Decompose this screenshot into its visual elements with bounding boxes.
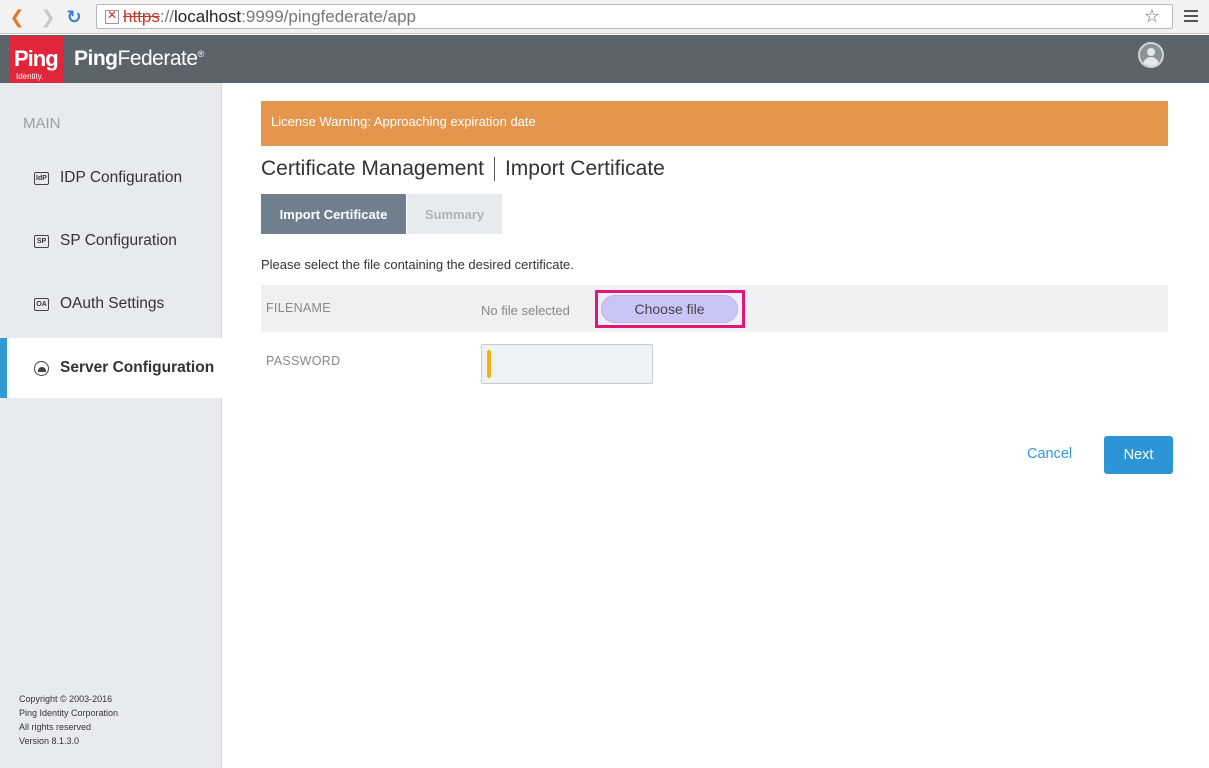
server-icon [34, 360, 49, 376]
page-title: Certificate Management Import Certificat… [261, 157, 665, 181]
insecure-lock-icon [105, 8, 119, 24]
sidebar-item-sp-configuration[interactable]: SP SP Configuration [0, 211, 222, 271]
registered-mark: ® [197, 49, 205, 59]
copyright-footer: Copyright © 2003-2016 Ping Identity Corp… [19, 692, 118, 748]
tab-import-certificate[interactable]: Import Certificate [261, 194, 406, 234]
sidebar-item-label: SP Configuration [60, 232, 177, 249]
password-input[interactable] [481, 344, 653, 384]
forward-arrow-icon[interactable]: ❯ [38, 6, 58, 28]
url-host: localhost [174, 6, 242, 26]
title-divider [493, 157, 495, 181]
filename-row: FILENAME No file selected Choose file [261, 285, 1168, 332]
wizard-tabs: Import Certificate Summary [261, 194, 502, 234]
tab-summary[interactable]: Summary [407, 194, 502, 234]
rights-line: All rights reserved [19, 722, 92, 732]
sidebar-item-oauth-settings[interactable]: OA OAuth Settings [0, 274, 222, 334]
oauth-icon: OA [34, 297, 49, 311]
address-bar[interactable]: https://localhost:9999/pingfederate/app … [96, 4, 1173, 29]
product-name-part-a: Ping [74, 47, 118, 70]
instructions-text: Please select the file containing the de… [261, 257, 574, 272]
sp-icon: SP [34, 234, 49, 248]
sidebar-item-server-configuration[interactable]: Server Configuration [0, 338, 231, 398]
filename-label: FILENAME [266, 301, 331, 315]
ping-identity-logo: Ping Identity. [10, 36, 64, 88]
app-header: Ping Identity. PingFederate® [0, 35, 1209, 88]
user-avatar-icon[interactable] [1138, 42, 1164, 68]
main-content: License Warning: Approaching expiration … [222, 83, 1209, 768]
product-name: PingFederate® [74, 47, 204, 71]
bookmark-star-icon[interactable]: ☆ [1144, 6, 1160, 27]
password-row: PASSWORD [261, 332, 1168, 384]
no-file-selected-text: No file selected [481, 303, 570, 318]
copyright-line: Copyright © 2003-2016 [19, 694, 113, 704]
url-path: :9999/pingfederate/app [241, 6, 417, 26]
company-line: Ping Identity Corporation [19, 708, 119, 718]
sidebar-title: MAIN [23, 115, 61, 132]
sidebar: MAIN IdP IDP Configuration SP SP Configu… [0, 83, 231, 768]
cancel-button[interactable]: Cancel [1027, 446, 1072, 462]
back-arrow-icon[interactable]: ❮ [7, 6, 27, 28]
browser-menu-icon[interactable] [1184, 8, 1198, 24]
reload-icon[interactable]: ↻ [64, 6, 84, 28]
idp-icon: IdP [34, 171, 49, 185]
logo-subtext: Identity. [16, 72, 44, 81]
sidebar-item-label: Server Configuration [60, 359, 215, 376]
password-label: PASSWORD [266, 354, 341, 368]
sidebar-item-label: OAuth Settings [60, 295, 165, 312]
sidebar-item-idp-configuration[interactable]: IdP IDP Configuration [0, 148, 222, 208]
sidebar-item-label: IDP Configuration [60, 169, 183, 186]
product-name-part-b: Federate [117, 47, 199, 70]
license-warning-banner: License Warning: Approaching expiration … [261, 101, 1168, 146]
url-scheme: https [123, 6, 160, 26]
page-title-section: Certificate Management [261, 157, 484, 180]
next-button[interactable]: Next [1104, 436, 1173, 474]
choose-file-button[interactable]: Choose file [601, 295, 738, 323]
page-title-subsection: Import Certificate [504, 157, 665, 180]
browser-toolbar: ❮ ❯ ↻ https://localhost:9999/pingfederat… [0, 0, 1209, 34]
url-separator: :// [159, 6, 175, 26]
choose-file-highlight: Choose file [595, 290, 745, 328]
logo-text: Ping [14, 46, 59, 71]
version-line: Version 8.1.3.0 [19, 736, 80, 746]
